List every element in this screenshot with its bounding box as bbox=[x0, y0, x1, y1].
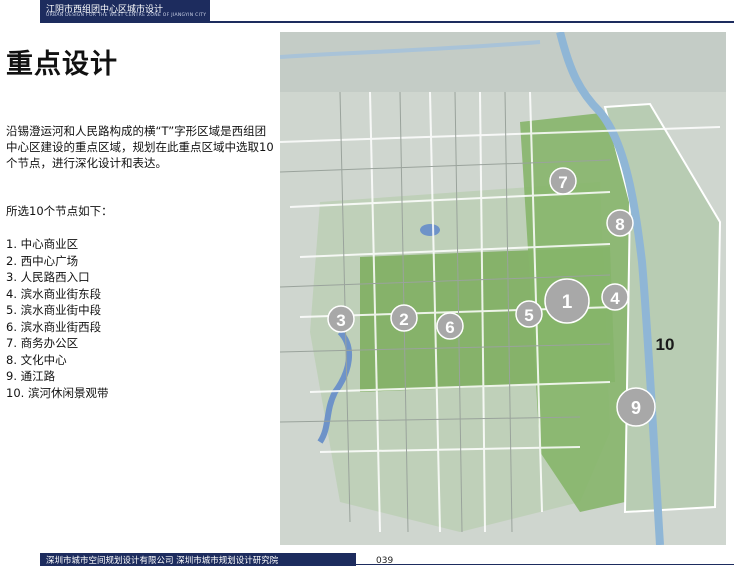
node-label-1: 1 bbox=[562, 292, 573, 313]
page-number: 039 bbox=[376, 556, 394, 566]
node-list: 1. 中心商业区 2. 西中心广场 3. 人民路西入口 4. 滨水商业街东段 5… bbox=[6, 236, 108, 401]
master-plan-map: 1 2 3 4 5 6 7 8 9 10 bbox=[280, 32, 726, 545]
node-label-8: 8 bbox=[615, 215, 624, 234]
list-item: 5. 滨水商业街中段 bbox=[6, 303, 102, 317]
header-title-block: 江阴市西组团中心区城市设计 URBAN DESIGN FOR THE WEST … bbox=[40, 0, 210, 21]
header-bar: 江阴市西组团中心区城市设计 URBAN DESIGN FOR THE WEST … bbox=[0, 0, 736, 23]
list-item: 1. 中心商业区 bbox=[6, 237, 79, 251]
list-item: 3. 人民路西入口 bbox=[6, 270, 90, 284]
node-label-10[interactable]: 10 bbox=[656, 335, 675, 354]
list-item: 6. 滨水商业街西段 bbox=[6, 319, 102, 334]
list-item: 9. 通江路 bbox=[6, 369, 56, 383]
list-item: 4. 滨水商业街东段 bbox=[6, 286, 102, 301]
list-item: 10. 滨河休闲景观带 bbox=[6, 385, 109, 400]
node-label-9: 9 bbox=[631, 398, 641, 418]
map-north-zone bbox=[280, 32, 726, 92]
page-title: 重点设计 bbox=[6, 49, 118, 80]
node-label-7: 7 bbox=[558, 173, 567, 192]
intro-paragraph: 沿锡澄运河和人民路构成的横“T”字形区域是西组团中心区建设的重点区域，规划在此重… bbox=[6, 124, 274, 170]
node-label-4: 4 bbox=[610, 289, 620, 308]
node-label-6: 6 bbox=[445, 318, 454, 337]
list-item: 8. 文化中心 bbox=[6, 352, 67, 367]
list-item: 2. 西中心广场 bbox=[6, 253, 79, 268]
list-item: 7. 商务办公区 bbox=[6, 336, 79, 350]
node-list-heading: 所选10个节点如下： bbox=[6, 204, 113, 218]
header-rule bbox=[40, 21, 734, 23]
pond bbox=[420, 224, 440, 236]
node-label-3: 3 bbox=[336, 311, 345, 330]
node-label-5: 5 bbox=[524, 306, 533, 325]
node-label-2: 2 bbox=[399, 310, 408, 329]
header-subtitle: URBAN DESIGN FOR THE WEST CENTRE ZONE OF… bbox=[46, 13, 207, 18]
